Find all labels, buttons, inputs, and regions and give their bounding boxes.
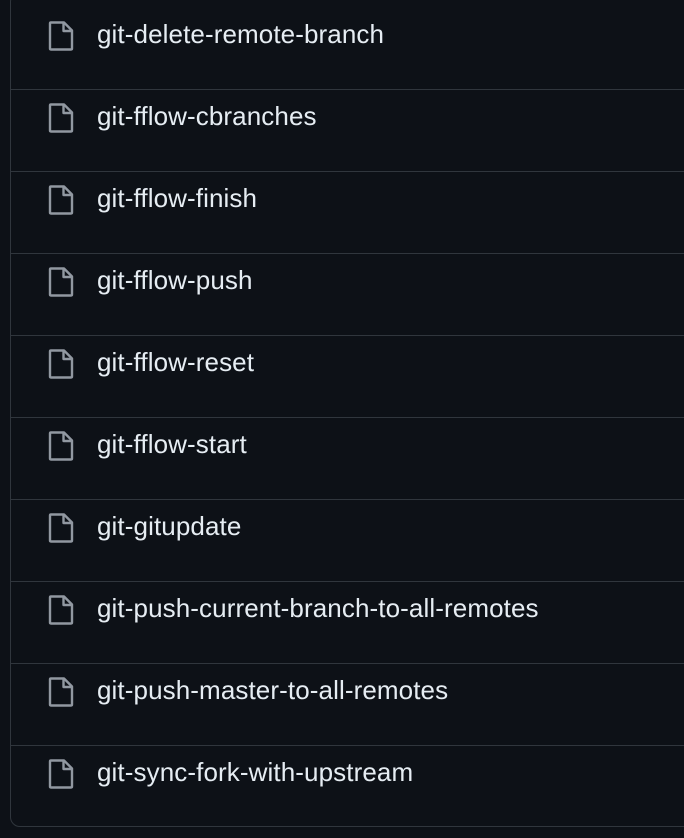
file-row[interactable]: git-fflow-start: [11, 418, 684, 500]
file-icon: [48, 103, 74, 133]
file-name-link[interactable]: git-sync-fork-with-upstream: [97, 756, 413, 788]
file-name-link[interactable]: git-fflow-cbranches: [97, 100, 317, 132]
file-name-link[interactable]: git-gitupdate: [97, 510, 241, 542]
file-icon: [48, 677, 74, 707]
file-row[interactable]: git-fflow-cbranches: [11, 90, 684, 172]
file-row[interactable]: git-delete-remote-branch: [11, 8, 684, 90]
file-icon: [48, 185, 74, 215]
file-row[interactable]: git-sync-fork-with-upstream: [11, 746, 684, 826]
file-icon: [48, 267, 74, 297]
file-row[interactable]: git-fflow-push: [11, 254, 684, 336]
file-row[interactable]: git-fflow-reset: [11, 336, 684, 418]
file-icon: [48, 759, 74, 789]
file-icon: [48, 513, 74, 543]
file-icon: [48, 349, 74, 379]
file-name-link[interactable]: git-fflow-finish: [97, 182, 257, 214]
file-icon: [48, 431, 74, 461]
file-list: git-delete-remote-branch git-fflow-cbran…: [11, 8, 684, 826]
file-name-link[interactable]: git-fflow-reset: [97, 346, 254, 378]
file-name-link[interactable]: git-fflow-start: [97, 428, 247, 460]
file-row[interactable]: git-fflow-finish: [11, 172, 684, 254]
file-name-link[interactable]: git-push-current-branch-to-all-remotes: [97, 592, 539, 624]
file-row[interactable]: git-push-master-to-all-remotes: [11, 664, 684, 746]
file-name-link[interactable]: git-push-master-to-all-remotes: [97, 674, 448, 706]
file-row[interactable]: git-gitupdate: [11, 500, 684, 582]
file-icon: [48, 595, 74, 625]
file-icon: [48, 21, 74, 51]
file-name-link[interactable]: git-fflow-push: [97, 264, 253, 296]
file-row[interactable]: git-push-current-branch-to-all-remotes: [11, 582, 684, 664]
file-list-panel: git-delete-remote-branch git-fflow-cbran…: [10, 0, 684, 827]
file-name-link[interactable]: git-delete-remote-branch: [97, 18, 384, 50]
